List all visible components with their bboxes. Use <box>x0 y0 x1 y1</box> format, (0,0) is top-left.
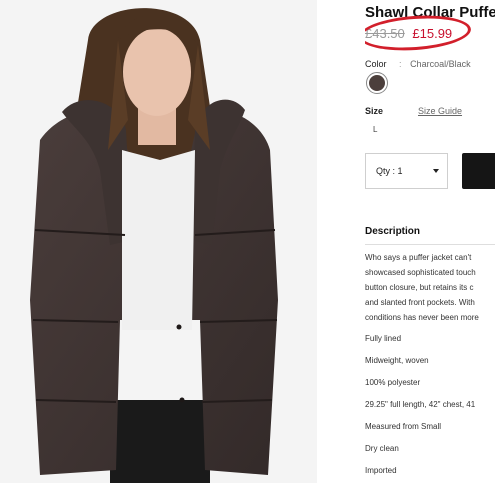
swatch-fill <box>369 75 385 91</box>
add-to-bag-button[interactable] <box>462 153 495 189</box>
size-option-l[interactable]: L <box>373 125 377 134</box>
detail-item: Measured from Small <box>365 422 442 431</box>
product-image[interactable] <box>0 0 317 483</box>
detail-item: Imported <box>365 466 397 475</box>
size-row: Size Size Guide <box>365 106 485 116</box>
size-guide-link[interactable]: Size Guide <box>418 106 462 116</box>
color-label: Color <box>365 59 387 69</box>
description-line: and slanted front pockets. With <box>365 298 475 307</box>
color-value: Charcoal/Black <box>410 59 471 69</box>
description-line: button closure, but retains its c <box>365 283 474 292</box>
detail-item: 100% polyester <box>365 378 421 387</box>
description-line: conditions has never been more <box>365 313 479 322</box>
product-info-panel: Shawl Collar Puffer Jacket £43.50 £15.99… <box>365 0 495 483</box>
detail-item: 29.25" full length, 42" chest, 41 <box>365 400 476 409</box>
size-label: Size <box>365 106 384 116</box>
chevron-down-icon <box>433 169 439 173</box>
description-line: Who says a puffer jacket can't <box>365 253 472 262</box>
detail-item: Fully lined <box>365 334 402 343</box>
description-text: Who says a puffer jacket can't showcased… <box>365 250 495 325</box>
description-line: showcased sophisticated touch <box>365 268 476 277</box>
color-separator: : <box>399 59 402 69</box>
quantity-label: Qty : 1 <box>376 166 403 176</box>
description-heading: Description <box>365 226 421 237</box>
description-divider <box>365 244 495 245</box>
quantity-select[interactable]: Qty : 1 <box>365 153 448 189</box>
detail-item: Dry clean <box>365 444 399 453</box>
color-swatch-charcoal[interactable] <box>366 72 388 94</box>
model-photo-illustration <box>0 0 317 483</box>
color-row: Color : Charcoal/Black <box>365 59 471 69</box>
detail-item: Midweight, woven <box>365 356 429 365</box>
